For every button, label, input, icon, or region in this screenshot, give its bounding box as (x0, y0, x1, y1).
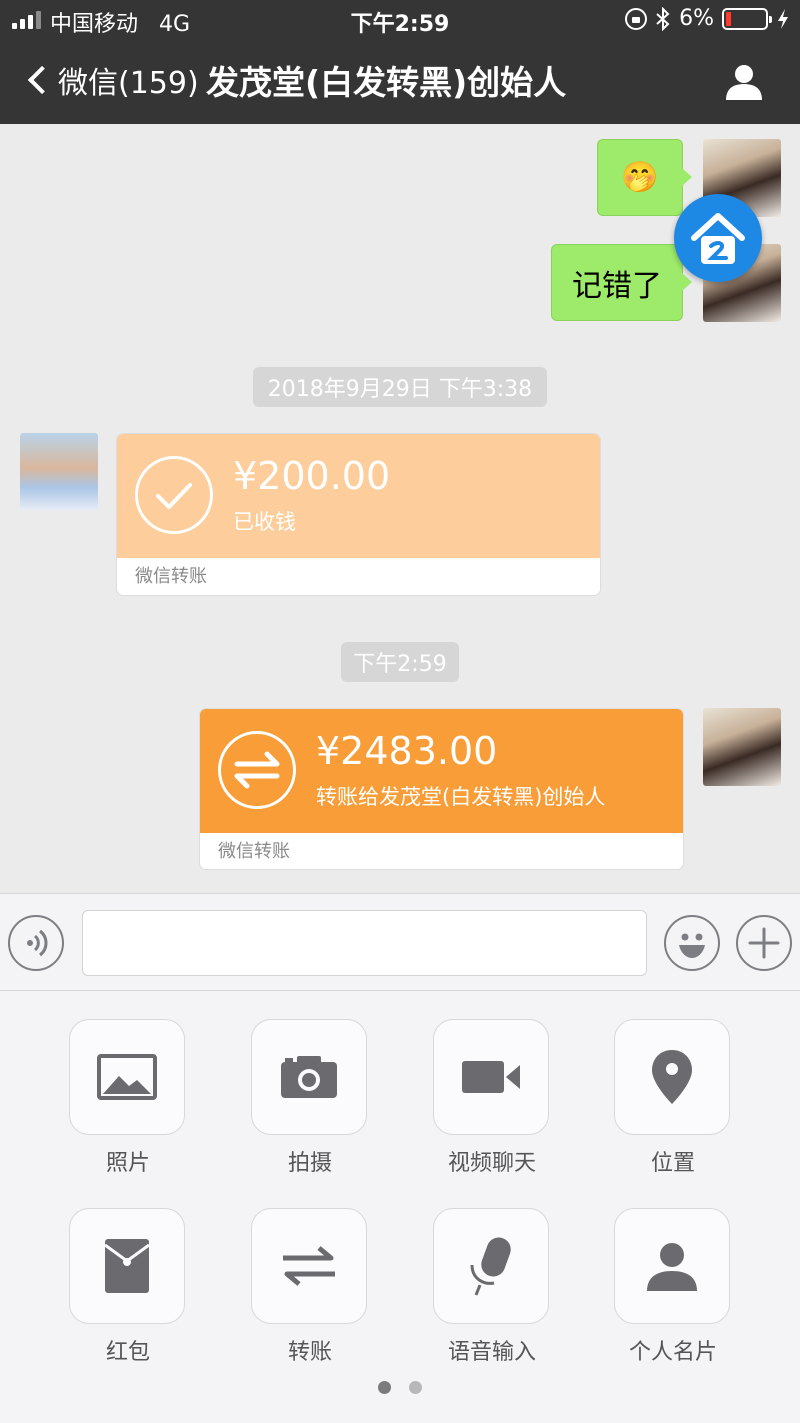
tool-photo[interactable]: 照片 (69, 1019, 187, 1177)
transfer-note: 转账给发茂堂(白发转黑)创始人 (316, 785, 606, 809)
back-button[interactable]: 微信(159) (26, 58, 199, 102)
tool-red-packet[interactable]: 红包 (69, 1208, 187, 1366)
nav-bar: 微信(159) 发茂堂(白发转黑)创始人 (0, 44, 800, 120)
battery-icon (722, 7, 772, 30)
battery-percent: 6% (679, 6, 714, 31)
voice-icon (27, 929, 48, 957)
page-dot[interactable] (409, 1381, 422, 1394)
message-input[interactable] (82, 910, 647, 976)
status-bar: 中国移动 4G 下午2:59 6% (0, 0, 800, 40)
bluetooth-icon (656, 6, 670, 31)
check-icon (135, 456, 213, 534)
transfer-amount: ¥200.00 (233, 454, 391, 498)
tool-location[interactable]: 位置 (614, 1019, 732, 1177)
emoji-button[interactable] (664, 915, 720, 971)
user-profile-icon[interactable] (724, 62, 764, 102)
contact-card-icon (647, 1243, 697, 1291)
message-bubble-emoji[interactable]: 🤭 (597, 139, 692, 216)
charging-icon (778, 8, 788, 29)
photo-icon (97, 1054, 157, 1100)
timestamp: 下午2:59 (341, 642, 459, 682)
input-bar (0, 893, 800, 991)
contact-avatar[interactable] (20, 433, 98, 511)
tool-camera[interactable]: 拍摄 (251, 1019, 369, 1177)
transfer-status: 已收钱 (233, 510, 296, 534)
transfer-card-sent[interactable]: ¥2483.00 转账给发茂堂(白发转黑)创始人 微信转账 (199, 708, 684, 870)
timestamp: 2018年9月29日 下午3:38 (253, 367, 547, 407)
transfer-footer: 微信转账 (218, 841, 290, 862)
tool-contact-card[interactable]: 个人名片 (614, 1208, 732, 1366)
back-label: 微信(159) (58, 66, 199, 101)
chevron-left-icon (27, 65, 57, 95)
microphone-icon (470, 1237, 511, 1296)
transfer-amount: ¥2483.00 (316, 729, 498, 773)
tool-voice-input[interactable]: 语音输入 (433, 1208, 551, 1366)
page-dot-active (378, 1381, 391, 1394)
camera-icon (281, 1056, 337, 1098)
tools-panel: 照片 拍摄 视频聊天 位置 红包 转账 语音输入 个人名片 (0, 991, 800, 1423)
transfer-arrows-icon (218, 731, 296, 809)
location-icon (652, 1050, 692, 1104)
emoji: 🤭 (621, 160, 659, 195)
more-button[interactable] (736, 915, 792, 971)
voice-toggle-button[interactable] (8, 915, 64, 971)
tool-video-chat[interactable]: 视频聊天 (433, 1019, 551, 1177)
home-icon (691, 213, 745, 264)
message-bubble-text[interactable]: 记错了 (551, 244, 692, 321)
floating-home-button[interactable] (674, 194, 762, 282)
transfer-icon (283, 1246, 335, 1286)
header: 中国移动 4G 下午2:59 6% 微信(159) 发茂堂(白发转黑)创始人 (0, 0, 800, 124)
message-text: 记错了 (572, 268, 662, 304)
transfer-card-received[interactable]: ¥200.00 已收钱 微信转账 (116, 433, 601, 596)
red-packet-icon (104, 1239, 150, 1293)
transfer-footer: 微信转账 (135, 566, 207, 587)
page-indicator (378, 1381, 422, 1394)
video-icon (462, 1061, 520, 1093)
my-avatar[interactable] (703, 708, 781, 786)
plus-icon (748, 927, 780, 959)
tool-transfer[interactable]: 转账 (251, 1208, 369, 1366)
rotation-lock-icon (625, 7, 648, 30)
smiley-icon (679, 933, 705, 958)
chat-title: 发茂堂(白发转黑)创始人 (206, 63, 567, 102)
